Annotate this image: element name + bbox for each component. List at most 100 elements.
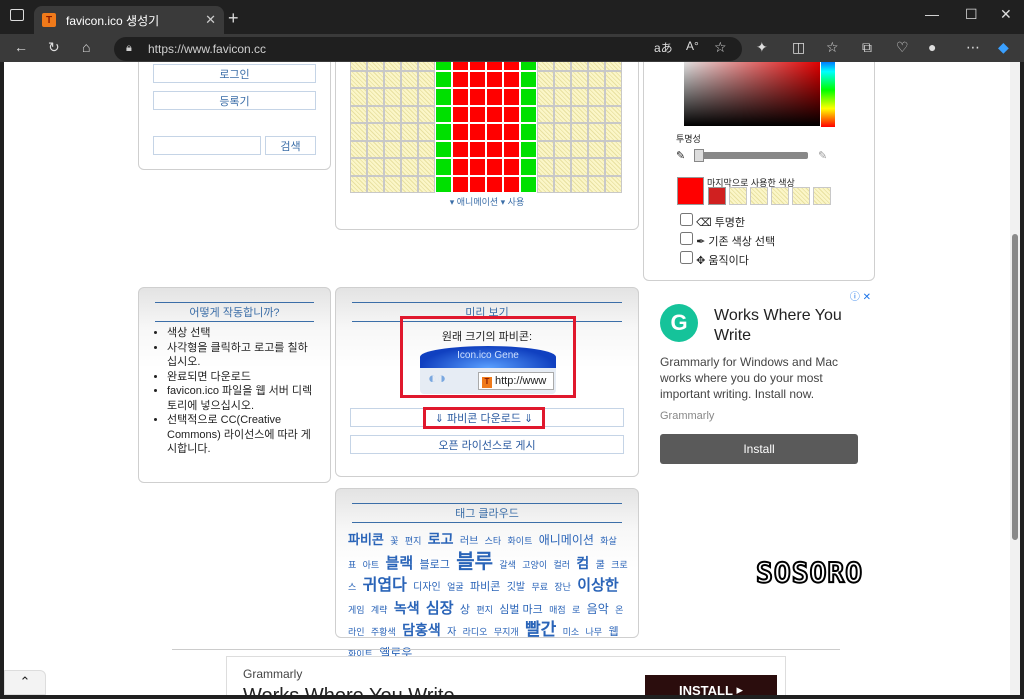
pixel-cell[interactable] [554,62,571,71]
publish-button[interactable]: 오픈 라이선스로 게시 [350,435,624,454]
tag-link[interactable]: 파비콘 [470,581,500,593]
pixel-cell[interactable] [486,140,503,158]
tag-link[interactable]: 매점 [549,605,566,615]
pixel-cell[interactable] [418,70,435,88]
pixel-cell[interactable] [503,158,520,176]
pixel-cell[interactable] [469,175,486,193]
transparent-checkbox[interactable] [680,213,693,226]
animation-link[interactable]: ▾ 애니메이션 ▾ 사용 [336,195,638,208]
pixel-cell[interactable] [605,88,622,106]
tag-link[interactable]: 이상한 [577,577,618,594]
pixel-cell[interactable] [503,62,520,71]
more-icon[interactable]: ⋯ [966,39,980,56]
pixel-cell[interactable] [588,123,605,141]
pixel-cell[interactable] [384,105,401,123]
pixel-cell[interactable] [554,175,571,193]
pixel-cell[interactable] [554,70,571,88]
pixel-cell[interactable] [537,70,554,88]
pixel-cell[interactable] [537,62,554,71]
login-button[interactable]: 로그인 [153,64,316,83]
pixel-cell[interactable] [384,175,401,193]
opacity-slider[interactable] [694,149,808,162]
tag-link[interactable]: 갈색 [499,560,516,570]
tag-link[interactable]: 아트 [363,560,380,570]
pixel-cell[interactable] [503,123,520,141]
pixel-cell[interactable] [401,140,418,158]
translate-icon[interactable]: aあ [654,39,673,56]
bottom-ad-install-button[interactable]: INSTALL ▸ [645,675,777,695]
address-bar[interactable]: 🔒︎ https://www.favicon.cc [114,37,742,61]
tag-link[interactable]: 편지 [476,605,493,615]
tag-link[interactable]: 장난 [554,582,571,592]
profile-avatar[interactable]: ● [928,39,936,55]
last-used-swatch[interactable] [708,187,726,205]
read-aloud-icon[interactable]: A° [686,39,699,53]
tag-link[interactable]: 컴 [576,555,589,571]
pixel-cell[interactable] [452,105,469,123]
pixel-cell[interactable] [503,175,520,193]
pixel-cell[interactable] [384,158,401,176]
pixel-cell[interactable] [452,123,469,141]
pixel-cell[interactable] [554,158,571,176]
pixel-cell[interactable] [503,88,520,106]
pixel-cell[interactable] [537,175,554,193]
tag-link[interactable]: 무지개 [494,627,519,637]
pixel-cell[interactable] [367,140,384,158]
tag-link[interactable]: 게임 [348,605,365,615]
pixel-cell[interactable] [401,158,418,176]
pixel-cell[interactable] [435,105,452,123]
pixel-cell[interactable] [401,62,418,71]
pixel-cell[interactable] [469,88,486,106]
pixel-cell[interactable] [452,62,469,71]
tag-link[interactable]: 고양이 [522,560,547,570]
pixel-cell[interactable] [384,62,401,71]
pixel-cell[interactable] [401,88,418,106]
pixel-cell[interactable] [469,105,486,123]
pixel-cell[interactable] [520,123,537,141]
pixel-cell[interactable] [571,158,588,176]
pixel-cell[interactable] [350,158,367,176]
favorite-star-icon[interactable]: ☆ [714,39,727,56]
scrollbar-thumb[interactable] [1012,234,1018,540]
ad-choices-icon[interactable]: ⓘ ✕ [850,288,871,303]
tag-link[interactable]: 상 [460,604,470,616]
pixel-cell[interactable] [435,62,452,71]
pixel-cell[interactable] [418,158,435,176]
pixel-cell[interactable] [418,105,435,123]
pixel-cell[interactable] [367,88,384,106]
pixel-cell[interactable] [350,70,367,88]
pixel-cell[interactable] [486,158,503,176]
pixel-cell[interactable] [605,158,622,176]
collections-icon[interactable]: ⧉ [862,39,872,56]
tag-link[interactable]: 심장 [426,600,454,617]
bottom-ad[interactable]: Grammarly Works Where You Write INSTALL … [226,656,786,695]
pixel-cell[interactable] [435,158,452,176]
pixel-cell[interactable] [350,140,367,158]
pixel-cell[interactable] [469,158,486,176]
tag-link[interactable]: 깃발 [507,582,525,593]
refresh-icon[interactable]: ↻ [48,39,60,56]
pixel-cell[interactable] [588,62,605,71]
tag-link[interactable]: 빨간 [525,620,556,639]
tag-link[interactable]: 쿨 [596,560,605,571]
pixel-cell[interactable] [605,62,622,71]
tag-link[interactable]: 편지 [405,536,422,546]
split-screen-icon[interactable]: ◫ [792,39,805,56]
extensions-icon[interactable]: ✦ [756,39,768,56]
pixel-cell[interactable] [401,70,418,88]
pixel-cell[interactable] [554,123,571,141]
pixel-cell[interactable] [486,175,503,193]
tag-link[interactable]: 화이트 [508,536,533,546]
pixel-cell[interactable] [588,140,605,158]
pixel-cell[interactable] [486,88,503,106]
pixel-cell[interactable] [435,123,452,141]
tag-link[interactable]: 웹 [608,626,618,638]
tag-link[interactable]: 애니메이션 [539,533,594,547]
tag-link[interactable]: 자 [447,627,456,638]
pixel-cell[interactable] [401,105,418,123]
pixel-cell[interactable] [435,88,452,106]
pixel-cell[interactable] [384,140,401,158]
pixel-cell[interactable] [571,123,588,141]
pixel-cell[interactable] [435,140,452,158]
empty-swatch[interactable] [813,187,831,205]
